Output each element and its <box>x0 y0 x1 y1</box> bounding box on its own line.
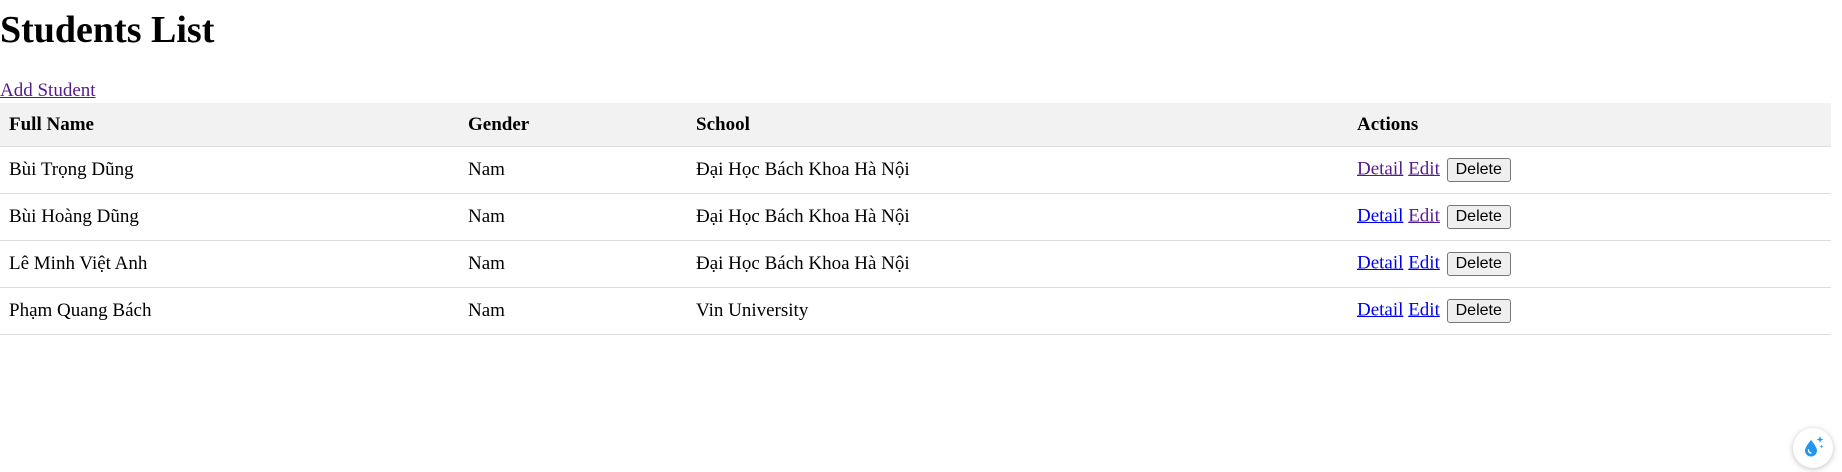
cell-gender: Nam <box>459 287 687 335</box>
water-drop-sparkle-icon <box>1801 434 1825 463</box>
table-header-row: Full Name Gender School Actions <box>0 103 1831 147</box>
table-row: Bùi Trọng Dũng Nam Đại Học Bách Khoa Hà … <box>0 146 1831 194</box>
header-actions: Actions <box>1348 103 1831 147</box>
edit-link[interactable]: Edit <box>1408 158 1440 179</box>
students-list-page: Students List Add Student Full Name Gend… <box>0 0 1842 472</box>
edit-link[interactable]: Edit <box>1408 252 1440 273</box>
delete-button[interactable]: Delete <box>1446 299 1511 323</box>
cell-full-name: Phạm Quang Bách <box>0 287 459 335</box>
cell-actions: Detail Edit Delete <box>1348 240 1831 288</box>
cell-gender: Nam <box>459 193 687 241</box>
cell-full-name: Lê Minh Việt Anh <box>0 240 459 288</box>
detail-link[interactable]: Detail <box>1357 205 1403 226</box>
vertical-scrollbar[interactable] <box>1831 0 1842 472</box>
delete-button[interactable]: Delete <box>1446 158 1511 182</box>
cell-school: Đại Học Bách Khoa Hà Nội <box>687 193 1348 241</box>
header-school: School <box>687 103 1348 147</box>
cell-gender: Nam <box>459 240 687 288</box>
cell-school: Đại Học Bách Khoa Hà Nội <box>687 240 1348 288</box>
cell-actions: Detail Edit Delete <box>1348 287 1831 335</box>
cell-gender: Nam <box>459 146 687 194</box>
detail-link[interactable]: Detail <box>1357 158 1403 179</box>
detail-link[interactable]: Detail <box>1357 252 1403 273</box>
detail-link[interactable]: Detail <box>1357 299 1403 320</box>
table-row: Lê Minh Việt Anh Nam Đại Học Bách Khoa H… <box>0 240 1831 288</box>
students-table: Full Name Gender School Actions Bùi Trọn… <box>0 103 1831 335</box>
floating-assistant-button[interactable] <box>1793 428 1833 468</box>
cell-full-name: Bùi Hoàng Dũng <box>0 193 459 241</box>
table-row: Bùi Hoàng Dũng Nam Đại Học Bách Khoa Hà … <box>0 193 1831 241</box>
delete-button[interactable]: Delete <box>1446 252 1511 276</box>
edit-link[interactable]: Edit <box>1408 299 1440 320</box>
table-row: Phạm Quang Bách Nam Vin University Detai… <box>0 287 1831 335</box>
add-student-link[interactable]: Add Student <box>0 79 96 103</box>
header-gender: Gender <box>459 103 687 147</box>
cell-school: Vin University <box>687 287 1348 335</box>
cell-actions: Detail Edit Delete <box>1348 146 1831 194</box>
delete-button[interactable]: Delete <box>1446 205 1511 229</box>
page-title: Students List <box>0 9 215 51</box>
cell-full-name: Bùi Trọng Dũng <box>0 146 459 194</box>
cell-actions: Detail Edit Delete <box>1348 193 1831 241</box>
edit-link[interactable]: Edit <box>1408 205 1440 226</box>
cell-school: Đại Học Bách Khoa Hà Nội <box>687 146 1348 194</box>
header-full-name: Full Name <box>0 103 459 147</box>
